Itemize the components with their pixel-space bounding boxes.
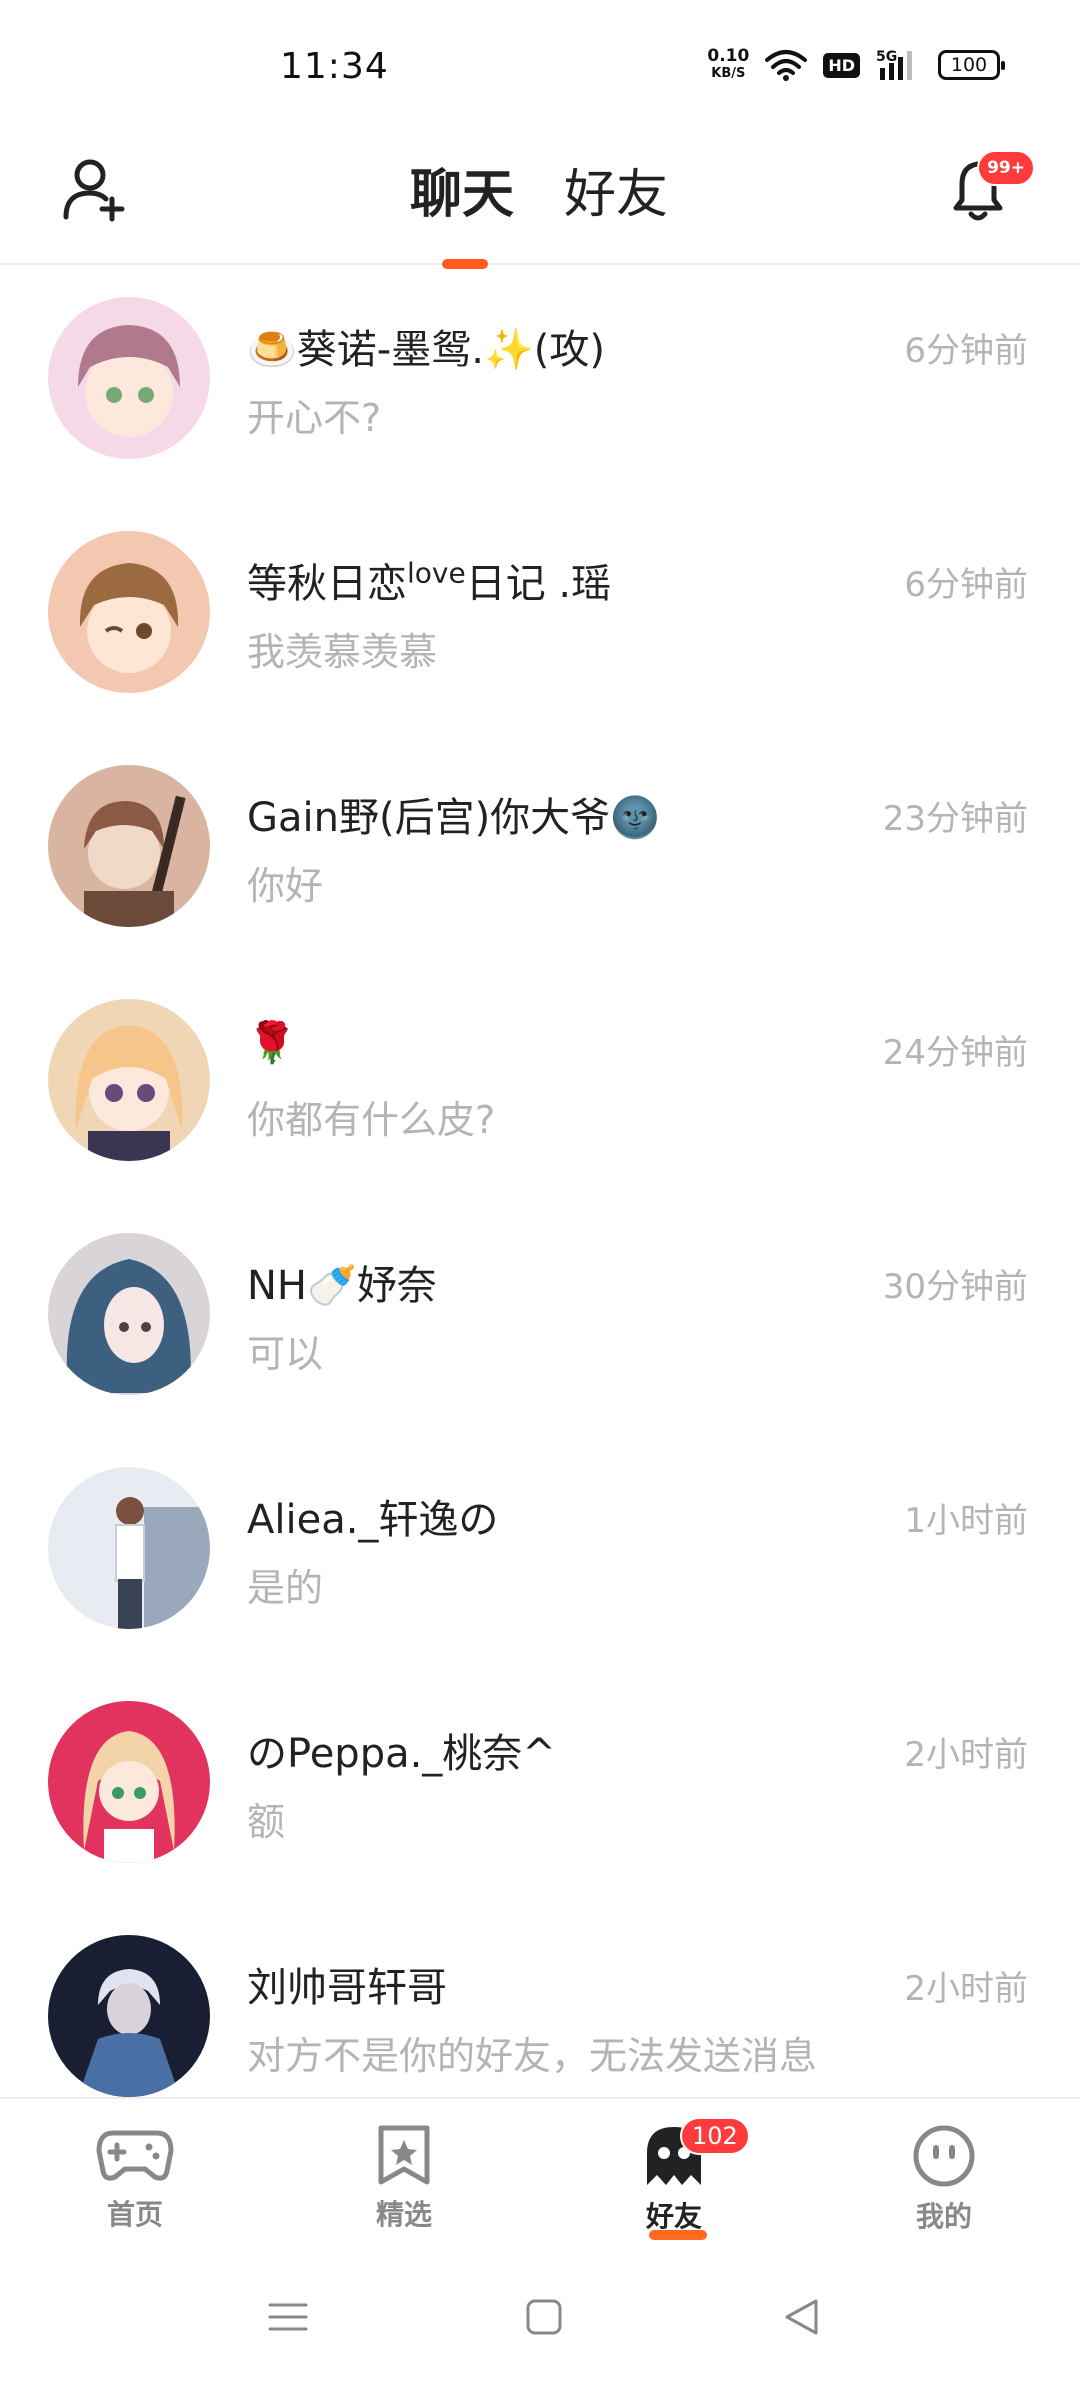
wifi-icon xyxy=(765,50,808,81)
chat-name: のPeppa._桃奈^ xyxy=(247,1731,556,1777)
net-speed-unit: KB/S xyxy=(711,66,746,81)
avatar[interactable] xyxy=(48,297,210,459)
cellular-signal-icon: 5G xyxy=(876,49,912,80)
chat-time: 24分钟前 xyxy=(882,1033,1028,1073)
chat-list-item[interactable]: Aliea._轩逸の 1小时前 是的 xyxy=(0,1437,1080,1671)
gamepad-icon xyxy=(96,2130,174,2181)
nav-item-friends[interactable]: 102 好友 xyxy=(604,2117,750,2240)
chat-list-item[interactable]: 刘帅哥轩哥 2小时前 对方不是你的好友，无法发送消息 xyxy=(0,1905,1080,2097)
nav-label-friends: 好友 xyxy=(645,2200,702,2233)
hd-badge: HD xyxy=(823,52,860,78)
status-bar: 11:34 0.10 KB/S HD 5G 100 xyxy=(0,0,1080,130)
active-nav-indicator xyxy=(649,2230,707,2240)
svg-text:5G: 5G xyxy=(876,49,897,65)
chat-list-item[interactable]: 🌹 24分钟前 你都有什么皮? xyxy=(0,969,1080,1203)
chat-list-item[interactable]: のPeppa._桃奈^ 2小时前 额 xyxy=(0,1671,1080,1905)
chat-time: 30分钟前 xyxy=(882,1267,1028,1307)
avatar[interactable] xyxy=(48,1233,210,1395)
chat-name-part: 等秋日恋 xyxy=(247,561,407,607)
chat-list-item[interactable]: Gain野(后宫)你大爷🌚 23分钟前 你好 xyxy=(0,735,1080,969)
chat-time: 2小时前 xyxy=(904,1735,1028,1775)
nav-item-featured[interactable]: 精选 xyxy=(334,2123,474,2233)
chat-time: 6分钟前 xyxy=(904,331,1028,371)
star-bookmark-icon xyxy=(378,2125,430,2185)
chat-list[interactable]: 🍮葵诺-墨鸳.✨(攻) 6分钟前 开心不? 等秋日恋love日记 .瑶 6分钟前… xyxy=(0,267,1080,2097)
net-speed-value: 0.10 xyxy=(707,46,750,66)
tab-friends[interactable]: 好友 xyxy=(564,152,668,227)
chat-time: 23分钟前 xyxy=(882,799,1028,839)
chat-name-part: 日记 .瑶 xyxy=(465,561,612,607)
face-icon xyxy=(913,2125,975,2187)
home-square-icon[interactable] xyxy=(524,2297,564,2337)
nav-label-mine: 我的 xyxy=(915,2200,972,2233)
chat-last-message: 可以 xyxy=(247,1332,324,1376)
tab-chat-label: 聊天 xyxy=(410,165,515,225)
chat-name: 🍮葵诺-墨鸳.✨(攻) xyxy=(247,327,605,373)
avatar[interactable] xyxy=(48,1467,210,1629)
chat-time: 1小时前 xyxy=(904,1501,1028,1541)
add-friend-icon[interactable] xyxy=(60,155,130,225)
chat-time: 2小时前 xyxy=(904,1969,1028,2009)
battery-indicator: 100 xyxy=(938,50,1005,80)
chat-last-message: 额 xyxy=(247,1800,286,1844)
chat-list-item[interactable]: NH🍼妤奈 30分钟前 可以 xyxy=(0,1203,1080,1437)
back-triangle-icon[interactable] xyxy=(782,2297,822,2337)
chat-list-item[interactable]: 等秋日恋love日记 .瑶 6分钟前 我羡慕羡慕 xyxy=(0,501,1080,735)
tab-friends-label: 好友 xyxy=(564,165,669,225)
menu-icon[interactable] xyxy=(268,2297,308,2337)
chat-name: NH🍼妤奈 xyxy=(247,1263,437,1309)
chat-name: 🌹 xyxy=(247,1020,297,1066)
friends-badge: 102 xyxy=(680,2117,750,2155)
tab-chat[interactable]: 聊天 xyxy=(410,152,515,269)
chat-last-message: 你好 xyxy=(247,864,324,908)
avatar[interactable] xyxy=(48,1701,210,1863)
nav-label-featured: 精选 xyxy=(375,2198,432,2231)
avatar[interactable] xyxy=(48,531,210,693)
chat-name-superscript: love xyxy=(407,556,466,590)
avatar[interactable] xyxy=(48,765,210,927)
chat-last-message: 对方不是你的好友，无法发送消息 xyxy=(247,2034,818,2078)
nav-label-home: 首页 xyxy=(106,2198,163,2231)
chat-name: Gain野(后宫)你大爷🌚 xyxy=(247,795,660,841)
avatar[interactable] xyxy=(48,999,210,1161)
chat-list-item[interactable]: 🍮葵诺-墨鸳.✨(攻) 6分钟前 开心不? xyxy=(0,267,1080,501)
system-nav-bar xyxy=(0,2257,1080,2400)
chat-name: 刘帅哥轩哥 xyxy=(247,1965,447,2011)
notification-badge: 99+ xyxy=(977,150,1035,186)
chat-last-message: 开心不? xyxy=(247,396,382,440)
chat-name: 等秋日恋love日记 .瑶 xyxy=(247,551,611,609)
chat-last-message: 是的 xyxy=(247,1566,324,1610)
chat-last-message: 你都有什么皮? xyxy=(247,1098,496,1142)
chat-name: Aliea._轩逸の xyxy=(247,1497,499,1543)
status-time: 11:34 xyxy=(280,46,389,87)
chat-time: 6分钟前 xyxy=(904,565,1028,605)
net-speed: 0.10 KB/S xyxy=(707,48,749,82)
nav-item-mine[interactable]: 我的 xyxy=(874,2123,1014,2235)
status-icons: 0.10 KB/S HD 5G 100 xyxy=(707,48,1005,82)
bottom-nav: 首页 精选 102 好友 我的 xyxy=(0,2097,1080,2257)
chat-last-message: 我羡慕羡慕 xyxy=(247,630,438,674)
nav-item-home[interactable]: 首页 xyxy=(65,2123,205,2233)
header-tabs: 聊天 好友 xyxy=(410,152,668,269)
avatar[interactable] xyxy=(48,1935,210,2097)
top-header: 聊天 好友 99+ xyxy=(0,130,1080,269)
